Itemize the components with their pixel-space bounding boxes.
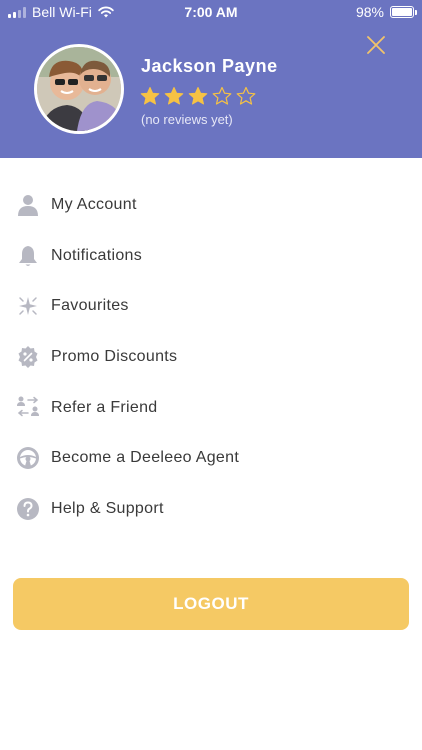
- menu-item-label: My Account: [51, 196, 137, 214]
- menu-item-label: Help & Support: [51, 499, 164, 517]
- steering-wheel-icon: [17, 446, 39, 469]
- person-icon: [18, 195, 38, 216]
- reviews-note: (no reviews yet): [141, 112, 233, 127]
- menu-item-my-account[interactable]: My Account: [0, 180, 422, 231]
- menu-item-label: Become a Deeleeo Agent: [51, 449, 240, 467]
- battery-percent: 98%: [355, 4, 384, 20]
- refer-exchange-icon: [17, 396, 39, 417]
- close-button[interactable]: [364, 33, 388, 57]
- star-empty-icon: [212, 86, 232, 105]
- avatar-photo-icon: [37, 47, 121, 131]
- menu-list: My Account Notifications Favourites Prom…: [0, 180, 422, 534]
- question-circle-icon: [17, 497, 39, 520]
- menu-item-refer-a-friend[interactable]: Refer a Friend: [0, 382, 422, 433]
- menu-item-become-agent[interactable]: Become a Deeleeo Agent: [0, 433, 422, 484]
- menu-item-notifications[interactable]: Notifications: [0, 231, 422, 282]
- status-bar: Bell Wi-Fi 7:00 AM 98%: [0, 0, 422, 24]
- star-filled-icon: [188, 87, 208, 105]
- bell-icon: [19, 245, 37, 266]
- star-filled-icon: [140, 87, 160, 105]
- menu-item-promo-discounts[interactable]: Promo Discounts: [0, 332, 422, 383]
- menu-item-favourites[interactable]: Favourites: [0, 281, 422, 332]
- percent-badge-icon: [18, 345, 38, 368]
- menu-item-label: Promo Discounts: [51, 348, 178, 366]
- status-right: 98%: [355, 4, 417, 20]
- menu-item-label: Favourites: [51, 297, 129, 315]
- rating-stars: [140, 86, 256, 106]
- sparkle-icon: [19, 297, 37, 316]
- user-name: Jackson Payne: [141, 56, 278, 76]
- profile-header: Bell Wi-Fi 7:00 AM 98% Jackson Payne (no…: [0, 0, 422, 158]
- avatar[interactable]: [34, 44, 124, 134]
- close-icon: [367, 36, 385, 54]
- menu-item-help-support[interactable]: Help & Support: [0, 484, 422, 535]
- star-empty-icon: [236, 86, 256, 105]
- menu-item-label: Notifications: [51, 246, 143, 264]
- star-filled-icon: [164, 87, 184, 105]
- menu-item-label: Refer a Friend: [51, 398, 158, 416]
- logout-button[interactable]: LOGOUT: [13, 578, 409, 630]
- battery-icon: [390, 6, 417, 18]
